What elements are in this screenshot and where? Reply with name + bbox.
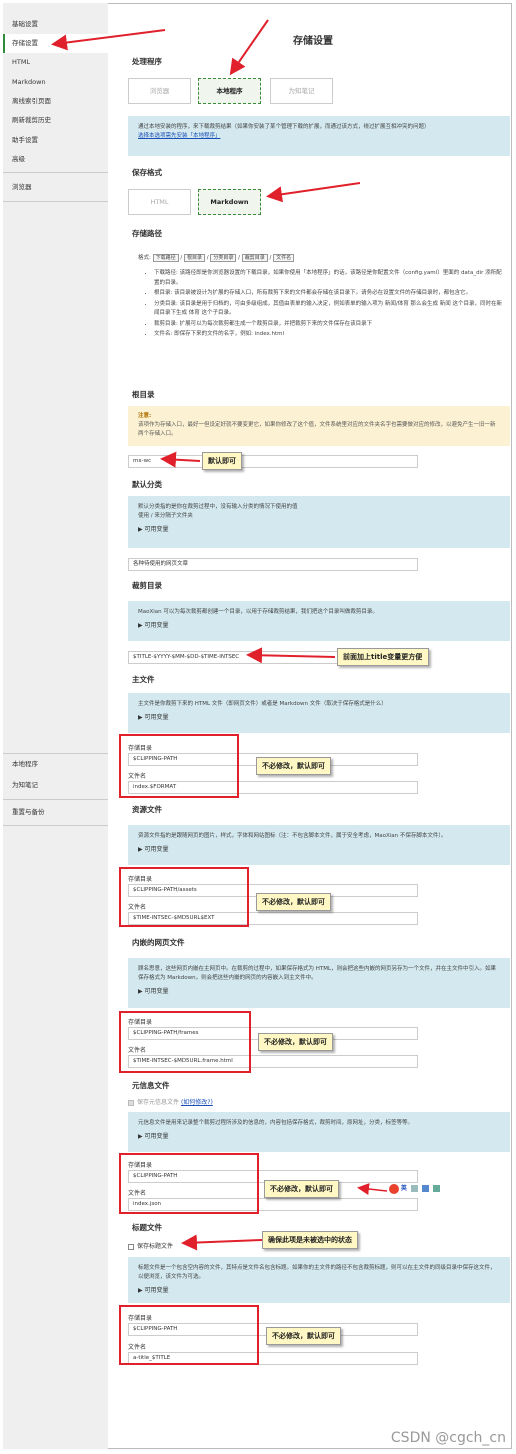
note-no-change: 不必修改，默认即可 <box>256 757 331 775</box>
arrow-to-markdown <box>266 182 361 203</box>
arrow-to-storage-settings <box>51 29 166 51</box>
highlight-box-meta <box>119 1153 259 1214</box>
arrow-to-meta-note <box>357 1183 388 1195</box>
note-add-title: 前面加上title变量更方便 <box>337 648 429 666</box>
arrow-to-local-program <box>229 19 269 76</box>
note-ensure-unchecked: 确保此项是未被选中的状态 <box>262 1231 358 1249</box>
watermark: CSDN @cgch_cn <box>390 1430 506 1446</box>
highlight-box-mainfile <box>119 734 239 798</box>
highlight-box-frames <box>119 1011 251 1073</box>
arrow-to-clipdir-input <box>246 647 336 664</box>
note-no-change: 不必修改，默认即可 <box>256 893 331 911</box>
note-no-change: 不必修改，默认即可 <box>258 1033 333 1051</box>
arrow-to-title-checkbox <box>181 1234 263 1251</box>
arrow-to-root-input <box>160 451 201 468</box>
note-no-change: 不必修改，默认即可 <box>264 1180 339 1198</box>
highlight-box-titlefile <box>119 1305 259 1365</box>
note-no-change: 不必修改，默认即可 <box>266 1327 341 1345</box>
highlight-box-assets <box>119 867 249 927</box>
annotation-arrows <box>51 19 388 1251</box>
note-default-ok: 默认即可 <box>202 452 242 470</box>
